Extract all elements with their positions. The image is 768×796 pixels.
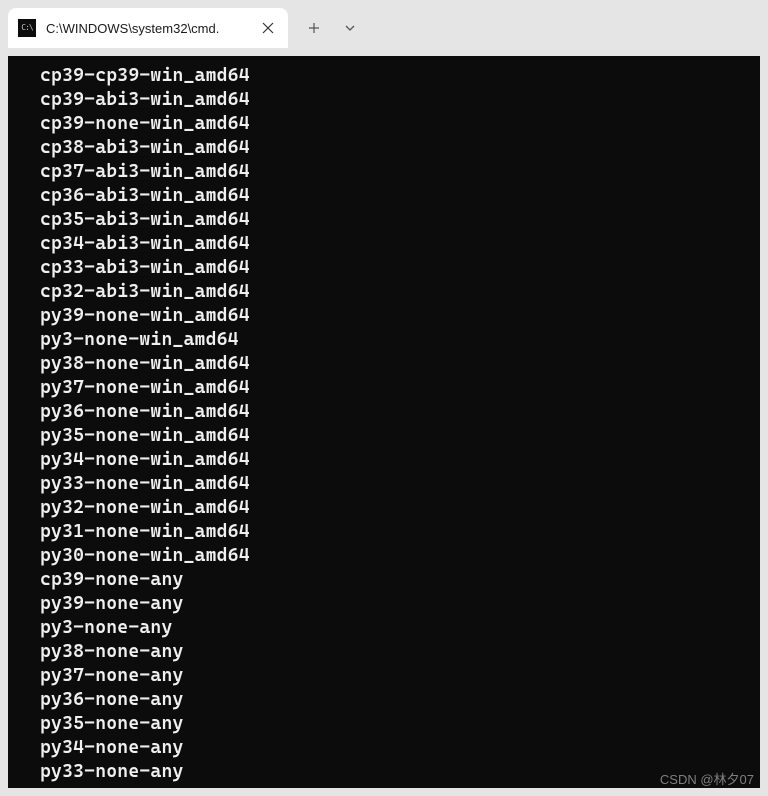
chevron-down-icon: [344, 22, 356, 34]
terminal-output: cp39-cp39-win_amd64 cp39-abi3-win_amd64 …: [40, 64, 760, 784]
tab-dropdown-button[interactable]: [332, 10, 368, 46]
close-icon: [262, 22, 274, 34]
cmd-icon-glyph: C:\: [21, 24, 32, 32]
tab-title: C:\WINDOWS\system32\cmd.: [46, 21, 250, 36]
terminal-area[interactable]: cp39-cp39-win_amd64 cp39-abi3-win_amd64 …: [8, 56, 760, 788]
tab-close-button[interactable]: [256, 16, 280, 40]
titlebar: C:\ C:\WINDOWS\system32\cmd.: [0, 0, 768, 56]
titlebar-actions: [296, 8, 368, 48]
cmd-icon: C:\: [18, 19, 36, 37]
watermark: CSDN @林夕07: [660, 769, 754, 788]
active-tab[interactable]: C:\ C:\WINDOWS\system32\cmd.: [8, 8, 288, 48]
terminal-window: C:\ C:\WINDOWS\system32\cmd. cp3: [0, 0, 768, 796]
new-tab-button[interactable]: [296, 10, 332, 46]
plus-icon: [308, 22, 320, 34]
